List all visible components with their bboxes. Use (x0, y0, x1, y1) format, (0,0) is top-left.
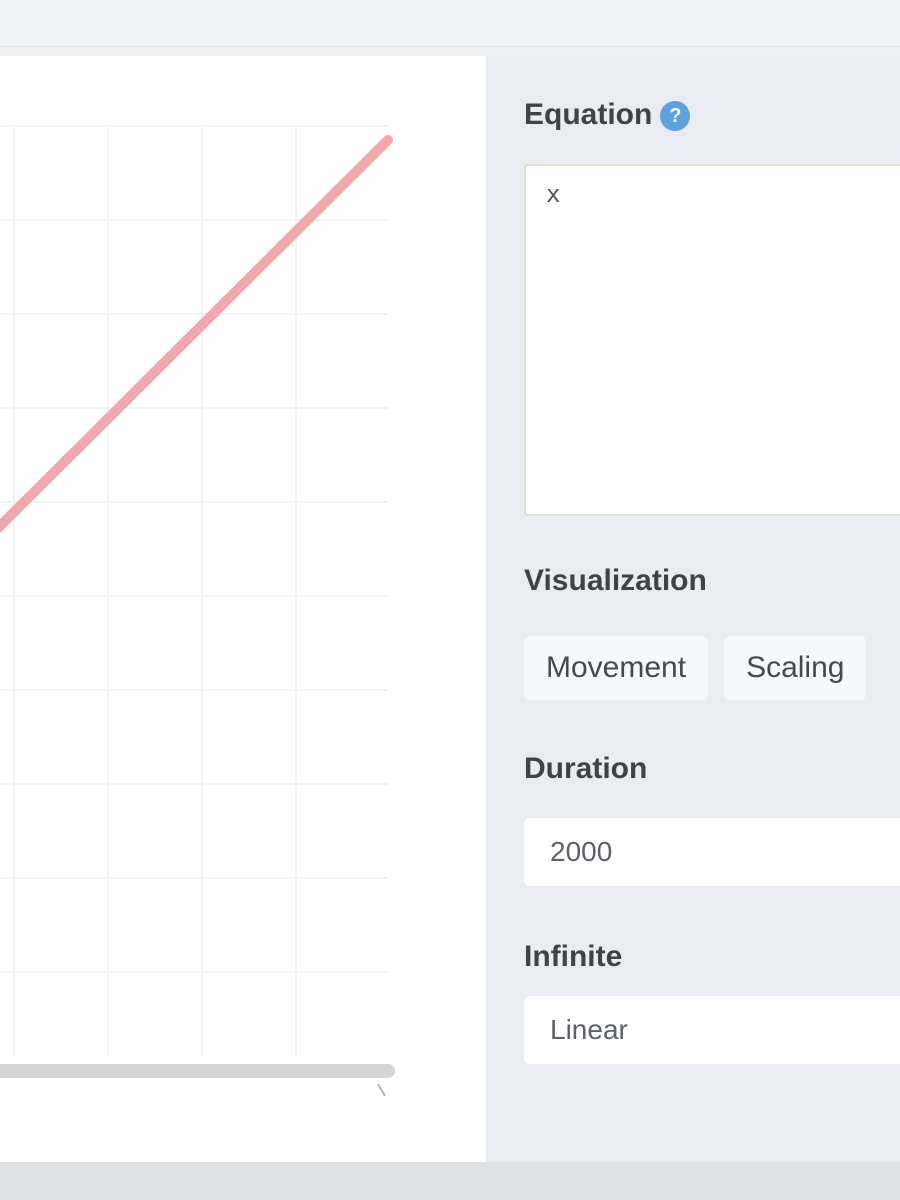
graph-svg (0, 125, 395, 1097)
easing-select[interactable]: Linear (524, 996, 900, 1064)
duration-label: Duration (524, 752, 648, 785)
grid-lines (0, 125, 388, 1056)
help-icon[interactable]: ? (660, 101, 691, 132)
easing-label: Infinite (524, 940, 623, 973)
x-axis-tick (377, 1083, 386, 1097)
graph-canvas (0, 56, 486, 1162)
bottom-bar (0, 1162, 900, 1200)
equation-label-text: Equation (524, 98, 653, 131)
function-curve (0, 135, 393, 534)
equation-input[interactable]: x (524, 164, 900, 516)
top-bar (0, 0, 900, 47)
visualization-options: Movement Scaling (524, 636, 867, 700)
equation-label: Equation? (524, 98, 691, 132)
duration-input[interactable]: 2000 (524, 818, 900, 886)
visualization-label: Visualization (524, 564, 707, 597)
visualization-option-scaling[interactable]: Scaling (724, 636, 867, 700)
visualization-option-movement[interactable]: Movement (524, 636, 709, 700)
settings-panel: Equation? x Visualization Movement Scali… (486, 56, 900, 1162)
